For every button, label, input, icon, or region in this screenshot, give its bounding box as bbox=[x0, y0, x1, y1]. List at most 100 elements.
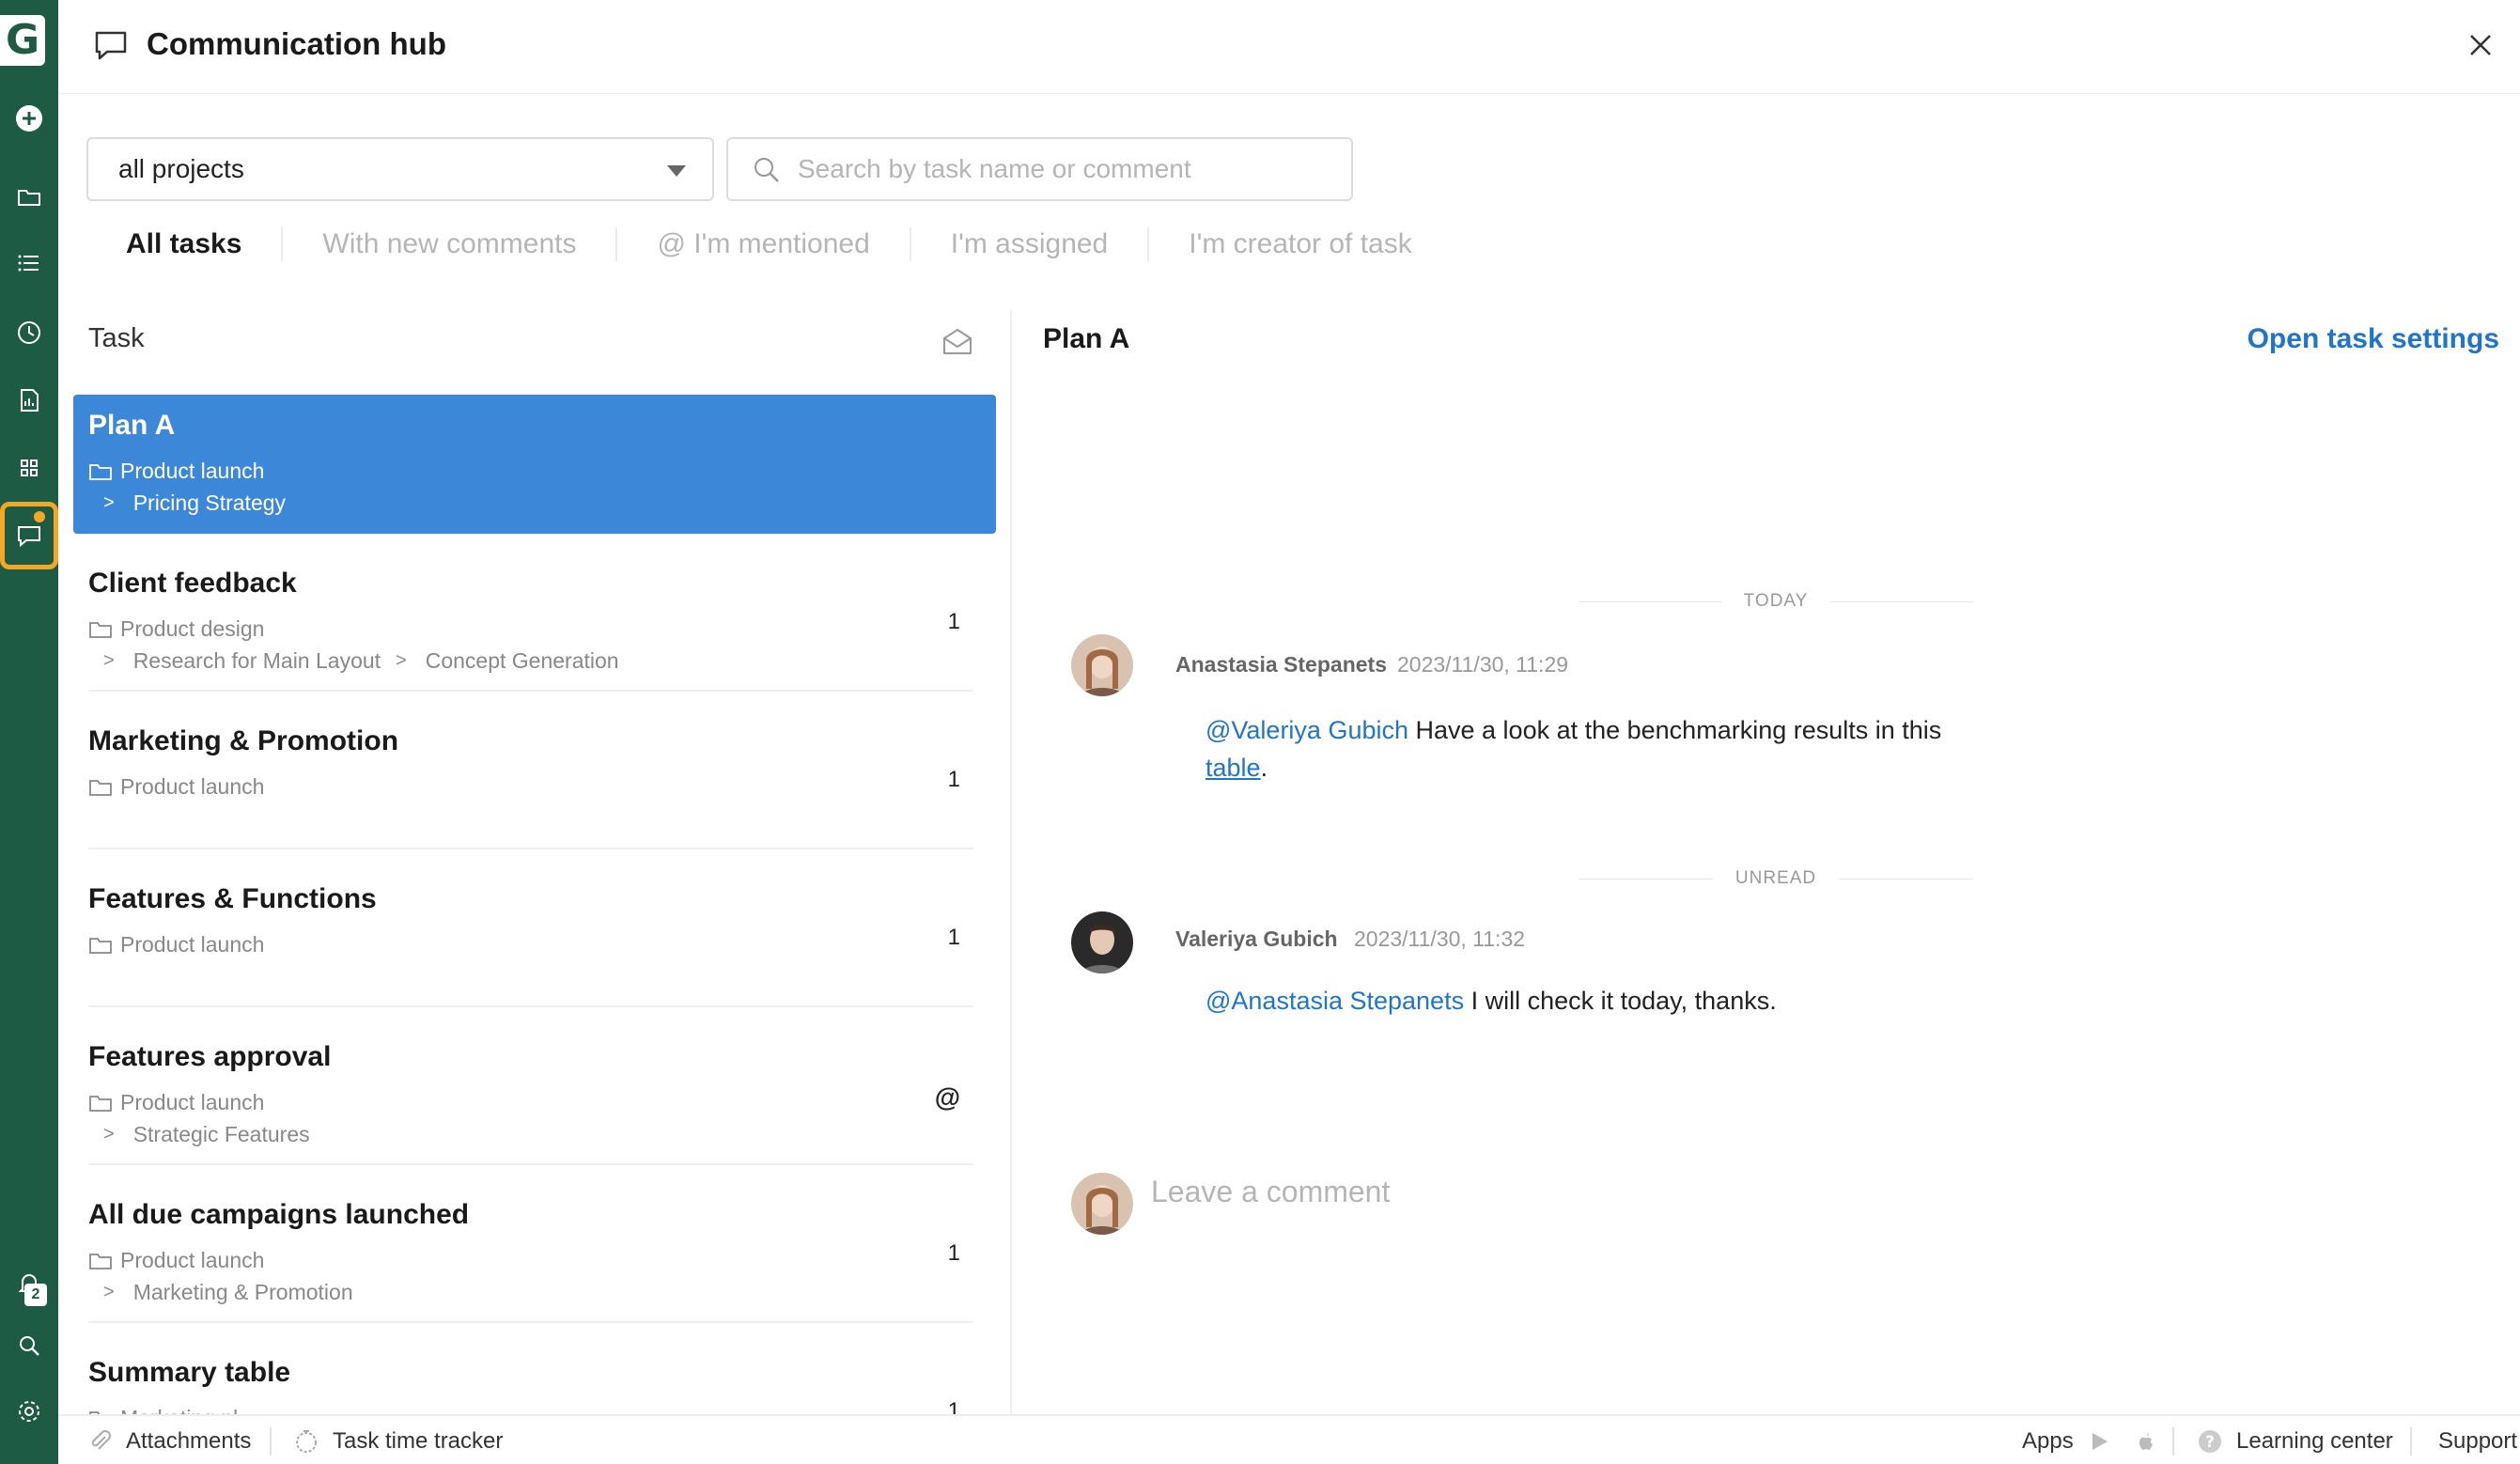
message-timestamp: 2023/11/30, 11:32 bbox=[1354, 927, 1526, 951]
task-title: Features & Functions bbox=[88, 883, 377, 914]
chevron-right-icon: > bbox=[103, 1124, 115, 1145]
left-nav-rail: G 2 bbox=[0, 0, 58, 1464]
tab-mentioned[interactable]: @ I'm mentioned bbox=[617, 227, 911, 261]
avatar bbox=[1071, 1173, 1133, 1235]
task-title: Summary table bbox=[88, 1357, 291, 1388]
task-project: Product launch bbox=[88, 932, 264, 958]
list-icon[interactable] bbox=[0, 239, 58, 288]
column-divider bbox=[1010, 310, 1012, 1414]
table-link[interactable]: table bbox=[1206, 754, 1261, 782]
tab-assigned[interactable]: I'm assigned bbox=[911, 227, 1150, 261]
play-store-icon[interactable] bbox=[2089, 1430, 2111, 1453]
task-path: > Strategic Features bbox=[103, 1122, 310, 1146]
stopwatch-icon bbox=[296, 1429, 317, 1453]
task-title: Client feedback bbox=[88, 568, 297, 599]
task-path: > Research for Main Layout > Concept Gener… bbox=[103, 648, 619, 673]
message-text: @Anastasia Stepanets I will check it tod… bbox=[1206, 987, 1777, 1015]
chevron-right-icon: > bbox=[103, 1282, 115, 1302]
mail-open-icon[interactable] bbox=[941, 325, 974, 359]
new-activity-dot bbox=[34, 511, 45, 522]
task-title: Marketing & Promotion bbox=[88, 725, 399, 756]
page-header: Communication hub bbox=[58, 0, 2520, 94]
project-select[interactable]: all projects bbox=[86, 137, 714, 201]
chevron-right-icon: > bbox=[396, 650, 407, 671]
detail-task-title: Plan A bbox=[1043, 323, 1130, 354]
communication-hub-nav-icon[interactable] bbox=[0, 502, 58, 569]
mention-link[interactable]: @Valeriya Gubich bbox=[1206, 716, 1408, 744]
task-project: Product launch bbox=[88, 1248, 264, 1273]
search-input[interactable]: Search by task name or comment bbox=[726, 137, 1353, 201]
add-icon[interactable] bbox=[0, 94, 58, 143]
apps-link[interactable]: Apps bbox=[2022, 1416, 2170, 1464]
task-project: Product launch bbox=[88, 774, 264, 800]
svg-text:?: ? bbox=[2205, 1433, 2215, 1452]
task-project: Product design bbox=[88, 616, 264, 642]
support-link[interactable]: Support bbox=[2438, 1416, 2517, 1464]
tab-creator[interactable]: I'm creator of task bbox=[1149, 227, 1451, 261]
avatar[interactable] bbox=[1071, 634, 1133, 696]
app-logo[interactable]: G bbox=[0, 15, 45, 66]
help-icon: ? bbox=[2199, 1429, 2221, 1453]
comment-count: 1 bbox=[947, 767, 960, 792]
task-path: > Pricing Strategy bbox=[103, 491, 287, 515]
project-select-value: all projects bbox=[118, 154, 244, 183]
learning-center-link[interactable]: ? Learning center bbox=[2197, 1416, 2393, 1464]
page-title: Communication hub bbox=[147, 26, 446, 61]
notifications-badge: 2 bbox=[24, 1284, 47, 1306]
apple-icon[interactable] bbox=[2134, 1430, 2156, 1453]
chevron-down-icon bbox=[667, 165, 686, 177]
search-icon bbox=[754, 158, 779, 182]
task-project: Product launch bbox=[88, 459, 264, 484]
message-author: Anastasia Stepanets bbox=[1175, 652, 1387, 677]
folder-icon bbox=[89, 1253, 112, 1269]
filter-tabs: All tasks With new comments @ I'm mentio… bbox=[86, 224, 1452, 265]
tab-all-tasks[interactable]: All tasks bbox=[86, 227, 284, 261]
task-title: Features approval bbox=[88, 1041, 332, 1072]
folder-icon[interactable] bbox=[0, 173, 58, 222]
task-list-header: Task bbox=[88, 323, 145, 353]
date-separator-today: TODAY bbox=[1579, 587, 1974, 615]
comment-input[interactable]: Leave a comment bbox=[1151, 1175, 1390, 1209]
date-separator-unread: UNREAD bbox=[1579, 864, 1974, 893]
chat-bubble-icon bbox=[92, 26, 130, 64]
folder-icon bbox=[89, 1095, 112, 1112]
message-author: Valeriya Gubich bbox=[1175, 927, 1338, 951]
avatar[interactable] bbox=[1071, 911, 1133, 973]
message-text: @Valeriya Gubich Have a look at the benc… bbox=[1206, 716, 1942, 782]
task-project: Marketing pl... bbox=[88, 1406, 256, 1414]
task-item-client-feedback[interactable]: Client feedback Product design > Research… bbox=[73, 553, 996, 692]
comment-count: 1 bbox=[947, 1398, 960, 1414]
task-time-tracker-button[interactable]: Task time tracker bbox=[293, 1416, 503, 1464]
gear-icon[interactable] bbox=[0, 1387, 58, 1436]
task-item-all-due-campaigns[interactable]: All due campaigns launched Product launc… bbox=[73, 1184, 996, 1323]
clock-icon[interactable] bbox=[0, 308, 58, 357]
open-task-settings-link[interactable]: Open task settings bbox=[2248, 323, 2499, 355]
comment-count: 1 bbox=[947, 609, 960, 634]
report-icon[interactable] bbox=[0, 376, 58, 425]
folder-icon bbox=[89, 463, 112, 480]
task-item-features-functions[interactable]: Features & Functions Product launch 1 bbox=[73, 868, 996, 1007]
task-item-summary-table[interactable]: Summary table Marketing pl... 1 bbox=[73, 1342, 996, 1414]
mention-icon: @ bbox=[934, 1082, 960, 1112]
search-icon[interactable] bbox=[0, 1321, 58, 1370]
task-project: Product launch bbox=[88, 1090, 264, 1115]
attachments-button[interactable]: Attachments bbox=[86, 1416, 251, 1464]
task-item-features-approval[interactable]: Features approval Product launch > Strate… bbox=[73, 1026, 996, 1165]
close-icon[interactable] bbox=[2460, 24, 2501, 66]
task-item-marketing-promotion[interactable]: Marketing & Promotion Product launch 1 bbox=[73, 710, 996, 849]
folder-icon bbox=[89, 621, 112, 638]
search-placeholder: Search by task name or comment bbox=[798, 154, 1191, 183]
mention-link[interactable]: @Anastasia Stepanets bbox=[1206, 987, 1464, 1015]
task-path: > Marketing & Promotion bbox=[103, 1280, 353, 1304]
task-title: Plan A bbox=[88, 410, 176, 441]
comment-count: 1 bbox=[947, 925, 960, 950]
apps-grid-icon[interactable] bbox=[0, 444, 58, 492]
folder-icon bbox=[89, 779, 112, 796]
task-item-plan-a[interactable]: Plan A Product launch > Pricing Strategy bbox=[73, 395, 996, 534]
task-title: All due campaigns launched bbox=[88, 1199, 470, 1230]
chevron-right-icon: > bbox=[103, 492, 115, 513]
footer-bar: Attachments Task time tracker Apps ? Lea… bbox=[58, 1414, 2520, 1464]
message-timestamp: 2023/11/30, 11:29 bbox=[1397, 652, 1569, 677]
comment-count: 1 bbox=[947, 1240, 960, 1266]
tab-with-new-comments[interactable]: With new comments bbox=[283, 227, 618, 261]
